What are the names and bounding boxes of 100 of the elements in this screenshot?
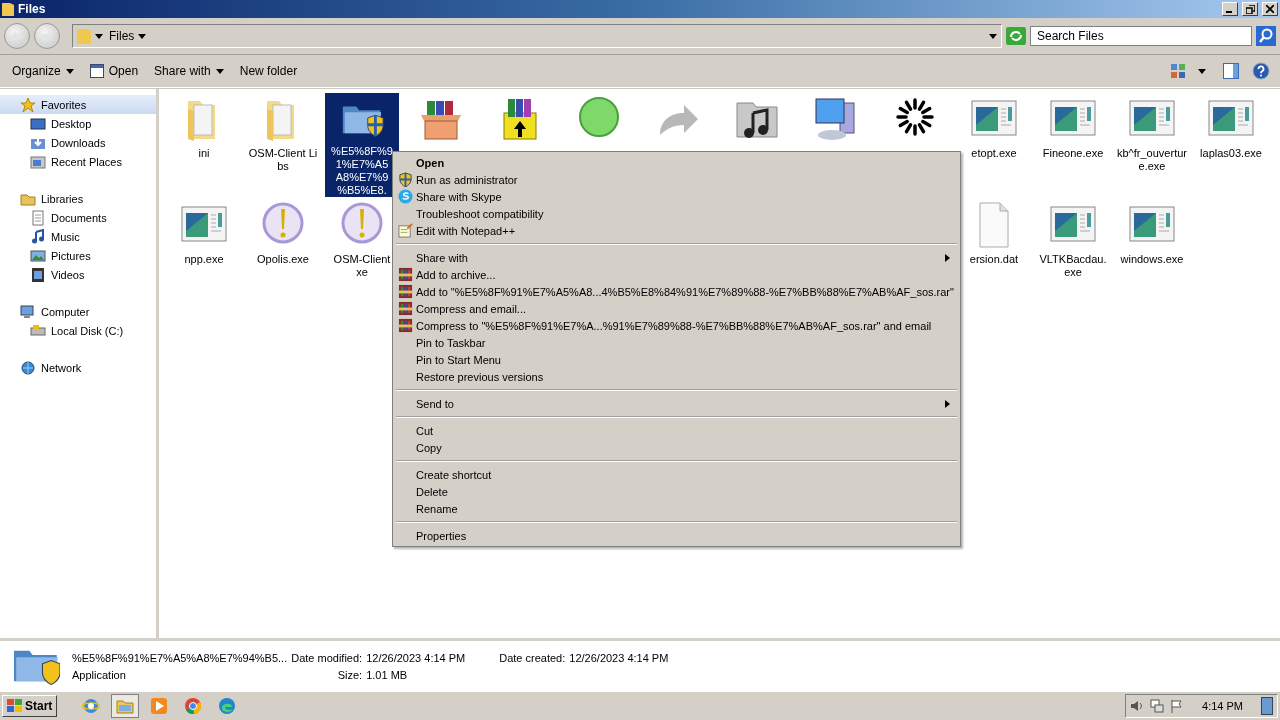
file-name: OSM-Client xe [333, 253, 391, 279]
refresh-button[interactable] [1006, 27, 1026, 45]
program-icon [89, 64, 104, 78]
menu-item[interactable]: Properties [395, 527, 958, 544]
history-dropdown[interactable] [989, 33, 997, 39]
menu-item[interactable]: Add to "%E5%8F%91%E7%A5%A8...4%B5%E8%84%91%E7%89%88-%E7%BB%88%E7%AB%AF_sos.rar" [395, 283, 958, 300]
edge-icon [218, 697, 237, 715]
menu-item[interactable]: Compress to "%E5%8F%91%E7%A...%91%E7%89%88-%E7%BB%88%E7%AB%AF_sos.rar" and email [395, 317, 958, 334]
menu-item[interactable]: Pin to Start Menu [395, 351, 958, 368]
speaker-icon[interactable] [1130, 699, 1145, 713]
computer-icon [20, 303, 36, 320]
file-item[interactable]: windows.exe [1115, 199, 1189, 266]
chrome-icon [184, 697, 203, 715]
sidebar-item[interactable]: Network [0, 358, 156, 377]
menu-item[interactable]: Delete [395, 483, 958, 500]
network-icon[interactable] [1150, 699, 1165, 713]
caret-icon [989, 33, 997, 39]
view-icon[interactable] [1170, 63, 1186, 79]
show-desktop-icon[interactable] [1261, 697, 1273, 715]
close-button[interactable] [1262, 2, 1278, 16]
file-name: ersion.dat [969, 253, 1019, 266]
file-name: %E5%8F%91%E7%A5%A8%E7%94%B5... [72, 651, 288, 664]
file-item[interactable]: VLTKBacdau.exe [1036, 199, 1110, 279]
file-name: kb^fr_ouverture.exe [1117, 147, 1187, 173]
field-value: 12/26/2023 4:14 PM [366, 651, 466, 664]
folder-icon [116, 697, 135, 715]
menu-item[interactable]: Send to [395, 395, 958, 412]
sidebar-item[interactable]: Computer [0, 302, 156, 321]
pictures-icon [30, 247, 46, 264]
toolbar-button[interactable]: New folder [233, 61, 304, 81]
shield-icon [397, 172, 413, 187]
minimize-button[interactable] [1222, 2, 1238, 16]
flag-icon[interactable] [1170, 699, 1185, 713]
file-item[interactable]: kb^fr_ouverture.exe [1115, 93, 1189, 173]
menu-item[interactable]: Restore previous versions [395, 368, 958, 385]
start-button[interactable]: Start [2, 695, 58, 717]
desktop-icon [30, 115, 46, 132]
clock: 4:14 PM [1201, 700, 1244, 712]
star-icon [20, 96, 36, 113]
file-item[interactable]: Fineone.exe [1036, 93, 1110, 160]
close-icon [1266, 5, 1274, 13]
sidebar-item[interactable]: Downloads [0, 133, 156, 152]
file-name: %E5%8F%9 1%E7%A5 A8%E7%9 %B5%E8. [331, 145, 393, 197]
file-item[interactable]: laplas03.exe [1194, 93, 1268, 160]
toolbar-button[interactable]: Open [83, 61, 145, 81]
recent-icon [30, 153, 46, 170]
field-label: Date modified: [291, 651, 363, 664]
sidebar-item[interactable]: Music [0, 227, 156, 246]
sidebar-item[interactable]: Favorites [0, 95, 156, 114]
caret-icon [215, 68, 224, 74]
file-name: OSM-Client Libs [248, 147, 318, 173]
restore-button[interactable] [1242, 2, 1258, 16]
menu-item[interactable]: Compress and email... [395, 300, 958, 317]
taskbar-app[interactable] [111, 694, 140, 718]
sidebar-item[interactable]: Libraries [0, 189, 156, 208]
file-item[interactable]: OSM-Client Libs [246, 93, 320, 173]
sidebar-item[interactable]: Videos [0, 265, 156, 284]
file-item[interactable]: %E5%8F%9 1%E7%A5 A8%E7%9 %B5%E8. [325, 93, 399, 197]
menu-item[interactable]: Rename [395, 500, 958, 517]
menu-item[interactable]: Copy [395, 439, 958, 456]
address-bar[interactable]: Files [72, 24, 1002, 48]
breadcrumb[interactable]: Files [107, 29, 149, 43]
media-player-icon [150, 697, 169, 715]
field-label: Size: [336, 668, 363, 681]
submenu-arrow-icon [944, 399, 950, 408]
field-value: 1.01 MB [366, 668, 409, 681]
menu-item[interactable]: Pin to Taskbar [395, 334, 958, 351]
toolbar-button[interactable]: Share with [148, 61, 230, 81]
file-item[interactable]: etopt.exe [957, 93, 1031, 160]
notepad-icon [397, 223, 413, 238]
sidebar-item[interactable]: Local Disk (C:) [0, 321, 156, 340]
sidebar-item[interactable]: Pictures [0, 246, 156, 265]
file-item[interactable]: Opolis.exe [246, 199, 320, 266]
file-name: windows.exe [1120, 253, 1184, 266]
file-item[interactable]: npp.exe [167, 199, 241, 266]
archive-icon [397, 267, 413, 282]
search-button[interactable] [1256, 26, 1276, 46]
search-field[interactable]: Search Files [1030, 26, 1252, 46]
menu-item[interactable]: Create shortcut [395, 466, 958, 483]
submenu-arrow-icon [944, 253, 950, 262]
file-name: laplas03.exe [1200, 147, 1262, 160]
caret-icon [95, 33, 103, 39]
file-item[interactable]: ini [167, 93, 241, 160]
disk-icon [30, 322, 46, 339]
documents-icon [30, 209, 46, 226]
sidebar-item[interactable]: Recent Places [0, 152, 156, 171]
sidebar-item[interactable]: Documents [0, 208, 156, 227]
file-name: npp.exe [184, 253, 224, 266]
file-item[interactable]: ersion.dat [957, 199, 1031, 266]
folder-icon [77, 28, 91, 44]
file-name: Opolis.exe [257, 253, 309, 266]
field-value: 12/26/2023 4:14 PM [569, 651, 669, 664]
caret-icon [1198, 68, 1206, 74]
toolbar-button[interactable]: Organize [6, 61, 80, 81]
file-name: Fineone.exe [1042, 147, 1104, 160]
sidebar-item[interactable]: Desktop [0, 114, 156, 133]
network-icon [20, 359, 36, 376]
caret-icon [138, 33, 147, 39]
menu-item[interactable]: Cut [395, 422, 958, 439]
file-name: VLTKBacdau.exe [1038, 253, 1108, 279]
